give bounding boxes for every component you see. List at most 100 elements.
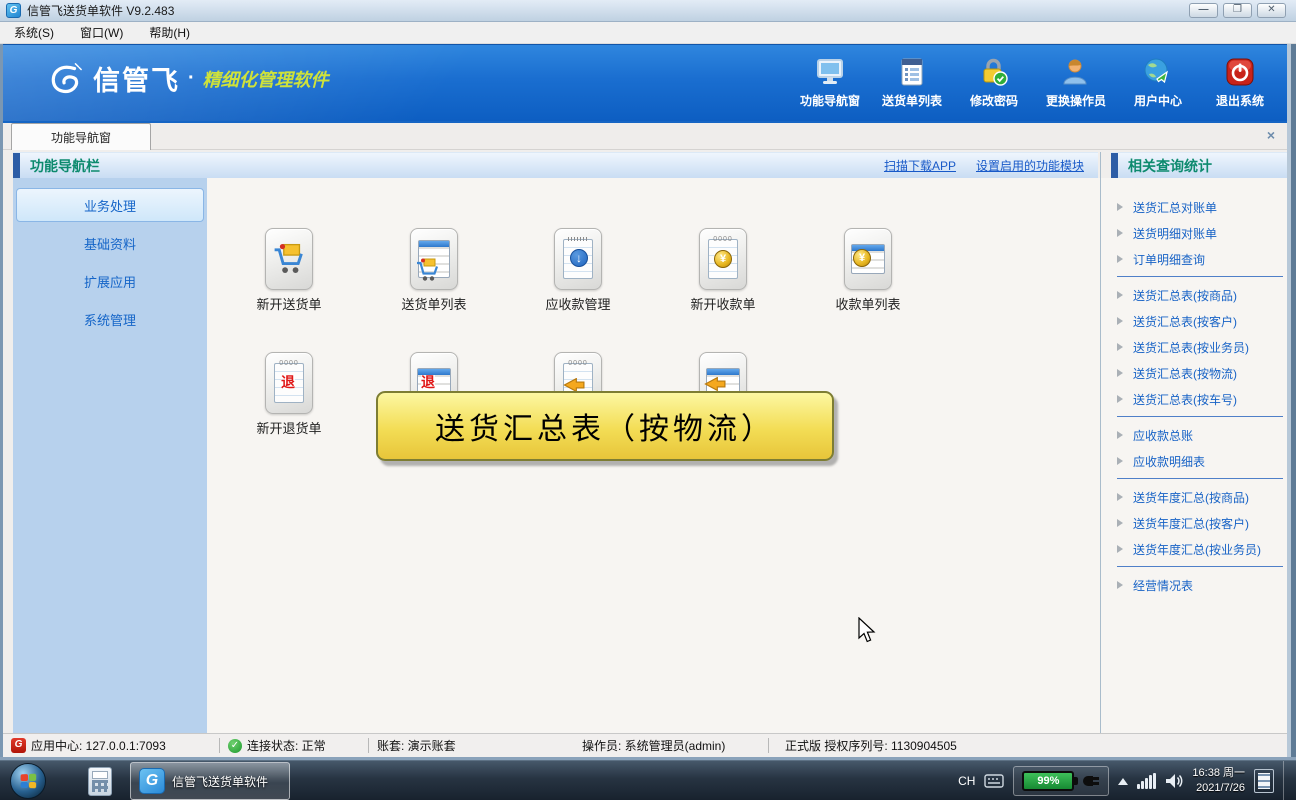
app-logo-icon: G <box>139 768 165 794</box>
globe-icon <box>1141 55 1175 89</box>
toolbar-switch-operator-button[interactable]: 更换操作员 <box>1045 55 1107 109</box>
nav-accent <box>1111 153 1118 179</box>
nav-title: 功能导航栏 <box>30 156 100 176</box>
system-tray: CH 99% 16:38 周一 2021/7/26 <box>958 761 1290 800</box>
query-stats-title: 相关查询统计 <box>1128 156 1212 176</box>
query-stats-header: 相关查询统计 <box>1111 152 1287 178</box>
triangle-icon <box>1117 291 1123 299</box>
person-icon <box>1059 55 1093 89</box>
language-indicator[interactable]: CH <box>958 774 975 788</box>
close-button[interactable]: ✕ <box>1257 3 1286 18</box>
sidebar: 业务处理 基础资料 扩展应用 系统管理 <box>13 178 207 733</box>
brand-name: 信管飞 <box>93 59 180 98</box>
query-link[interactable]: 送货年度汇总(按业务员) <box>1101 536 1287 562</box>
toolbar-change-password-button[interactable]: 修改密码 <box>963 55 1025 109</box>
toolbar-label: 更换操作员 <box>1046 92 1106 109</box>
separator <box>768 738 769 753</box>
sidebar-item-extensions[interactable]: 扩展应用 <box>16 264 204 298</box>
speaker-icon[interactable] <box>1165 773 1183 789</box>
tray-expand-icon[interactable] <box>1118 778 1128 785</box>
separator <box>368 738 369 753</box>
toolbar-label: 用户中心 <box>1134 92 1182 109</box>
query-link[interactable]: 订单明细查询 <box>1101 246 1287 272</box>
query-link[interactable]: 送货汇总表(按商品) <box>1101 282 1287 308</box>
account-set: 账套: 演示账套 <box>377 737 456 754</box>
triangle-icon <box>1117 369 1123 377</box>
calculator-taskbar-button[interactable] <box>80 765 120 798</box>
app-item-receivables[interactable]: ↓ 应收款管理 <box>530 228 626 313</box>
app-item-receipt-list[interactable]: ¥ 收款单列表 <box>820 228 916 313</box>
query-link[interactable]: 送货汇总表(按业务员) <box>1101 334 1287 360</box>
app-item-new-return[interactable]: 0000 退 新开退货单 <box>241 352 337 437</box>
app-center-status: 应用中心: 127.0.0.1:7093 <box>31 737 166 754</box>
menu-item[interactable]: 帮助(H) <box>149 24 190 41</box>
sidebar-item-business[interactable]: 业务处理 <box>16 188 204 222</box>
taskbar: G 信管飞送货单软件 CH 99% 16:38 周一 2021/7/26 <box>0 760 1296 800</box>
keyboard-icon[interactable] <box>984 774 1004 788</box>
menu-item[interactable]: 窗口(W) <box>80 24 123 41</box>
left-arrow-icon <box>563 378 585 392</box>
app-item-label: 新开送货单 <box>241 294 337 313</box>
tooltip-delivery-summary-logistics: 送货汇总表（按物流） <box>376 391 834 461</box>
notepad-coin-icon: 0000 ¥ <box>699 228 747 290</box>
sidebar-item-system[interactable]: 系统管理 <box>16 302 204 336</box>
app-item-delivery-list[interactable]: 送货单列表 <box>386 228 482 313</box>
operator-status: 操作员: 系统管理员(admin) <box>582 737 725 754</box>
triangle-icon <box>1117 431 1123 439</box>
app-item-label: 新开收款单 <box>675 294 771 313</box>
cart-icon <box>265 228 313 290</box>
query-link[interactable]: 送货年度汇总(按客户) <box>1101 510 1287 536</box>
tabstrip-close-icon[interactable]: × <box>1267 127 1275 143</box>
query-link[interactable]: 应收款明细表 <box>1101 448 1287 474</box>
app-item-new-receipt[interactable]: 0000 ¥ 新开收款单 <box>675 228 771 313</box>
toolbar-label: 修改密码 <box>970 92 1018 109</box>
sidebar-item-basic-data[interactable]: 基础资料 <box>16 226 204 260</box>
notepad-download-icon: ↓ <box>554 228 602 290</box>
minimize-button[interactable]: — <box>1189 3 1218 18</box>
nav-accent <box>13 153 20 179</box>
restore-button[interactable]: ❐ <box>1223 3 1252 18</box>
toolbar-user-center-button[interactable]: 用户中心 <box>1127 55 1189 109</box>
cart-list-icon <box>410 228 458 290</box>
brand-tagline: 精细化管理软件 <box>203 66 329 92</box>
scan-download-app-link[interactable]: 扫描下载APP <box>884 157 956 174</box>
tab-nav-window[interactable]: 功能导航窗 <box>11 123 151 150</box>
journal-tray-icon[interactable] <box>1254 769 1274 793</box>
plug-icon <box>1082 773 1100 789</box>
query-link[interactable]: 送货汇总表(按车号) <box>1101 386 1287 412</box>
query-link[interactable]: 送货汇总表(按客户) <box>1101 308 1287 334</box>
app-item-new-delivery[interactable]: 新开送货单 <box>241 228 337 313</box>
tab-strip: 功能导航窗 × <box>3 123 1287 150</box>
triangle-icon <box>1117 229 1123 237</box>
query-link[interactable]: 送货汇总表(按物流) <box>1101 360 1287 386</box>
monitor-icon <box>813 55 847 89</box>
menu-item[interactable]: 系统(S) <box>14 24 54 41</box>
panel-divider-line <box>1117 566 1283 567</box>
show-desktop-button[interactable] <box>1283 761 1290 800</box>
network-signal-icon[interactable] <box>1137 773 1156 789</box>
toolbar-exit-button[interactable]: 退出系统 <box>1209 55 1271 109</box>
title-bar: G 信管飞送货单软件 V9.2.483 — ❐ ✕ <box>0 0 1296 22</box>
app-item-label: 应收款管理 <box>530 294 626 313</box>
toolbar-delivery-list-button[interactable]: 送货单列表 <box>881 55 943 109</box>
date: 2021/7/26 <box>1192 781 1245 796</box>
start-button[interactable] <box>10 763 46 799</box>
query-link[interactable]: 送货明细对账单 <box>1101 220 1287 246</box>
query-link[interactable]: 送货汇总对账单 <box>1101 194 1287 220</box>
query-link[interactable]: 应收款总账 <box>1101 422 1287 448</box>
triangle-icon <box>1117 203 1123 211</box>
battery-widget[interactable]: 99% <box>1013 766 1109 796</box>
panel-divider-line <box>1117 276 1283 277</box>
menu-bar: 系统(S) 窗口(W) 帮助(H) <box>0 22 1296 44</box>
taskbar-app-label: 信管飞送货单软件 <box>172 773 268 790</box>
panel-divider-line <box>1117 416 1283 417</box>
left-arrow-icon <box>704 377 726 391</box>
query-link[interactable]: 经营情况表 <box>1101 572 1287 598</box>
clock[interactable]: 16:38 周一 2021/7/26 <box>1192 766 1245 796</box>
app-taskbar-button[interactable]: G 信管飞送货单软件 <box>130 762 290 800</box>
brand: 信管飞 · 精细化管理软件 <box>45 59 329 98</box>
query-link[interactable]: 送货年度汇总(按商品) <box>1101 484 1287 510</box>
mouse-cursor <box>857 617 877 645</box>
toolbar-nav-window-button[interactable]: 功能导航窗 <box>799 55 861 109</box>
module-settings-link[interactable]: 设置启用的功能模块 <box>976 157 1084 174</box>
